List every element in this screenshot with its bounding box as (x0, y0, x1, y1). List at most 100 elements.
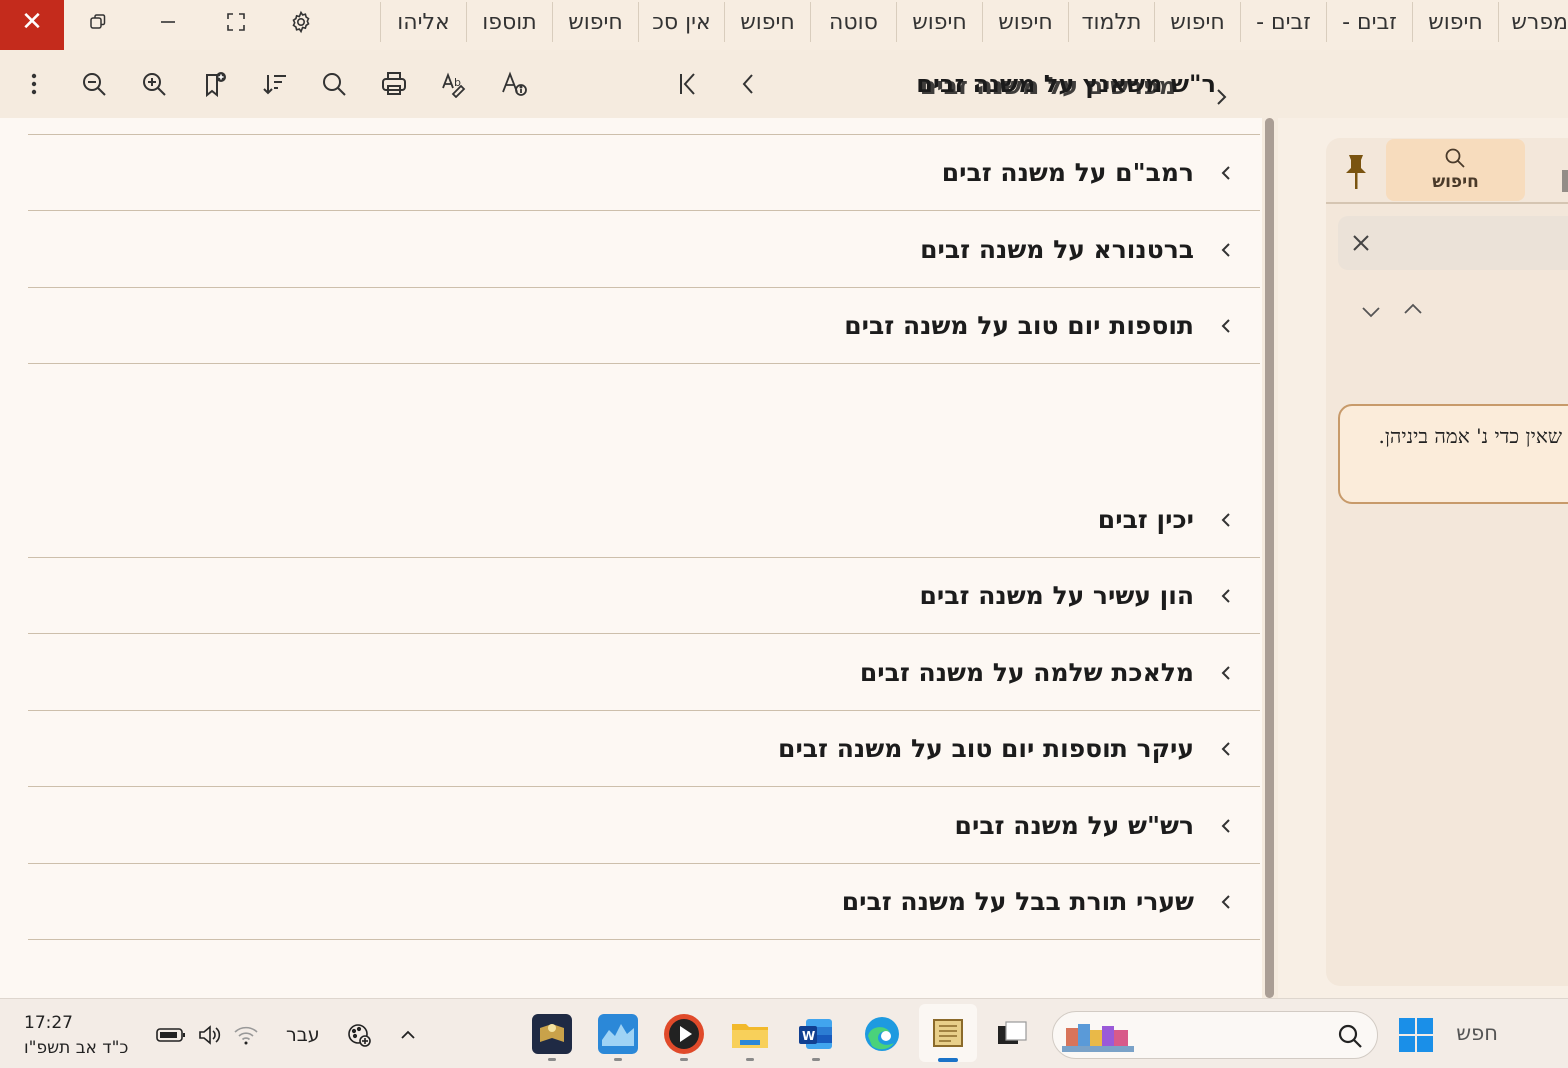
minimize-icon (161, 21, 175, 23)
print-icon (382, 72, 406, 95)
tab-1[interactable]: חיפוש (1412, 2, 1498, 42)
chevron-left-icon (1221, 166, 1230, 180)
tab-12[interactable]: תוספו (466, 2, 552, 42)
commentary-row[interactable]: הון עשיר על משנה זבים (28, 558, 1260, 634)
word-icon: W (799, 1019, 832, 1049)
commentary-row[interactable]: תוספות יום טוב על משנה זבים (28, 288, 1260, 364)
tab-4[interactable]: חיפוש (1154, 2, 1240, 42)
fullscreen-icon (227, 13, 245, 31)
search-icon (1338, 1024, 1362, 1048)
tab-9[interactable]: חיפוש (724, 2, 810, 42)
add-bookmark-button[interactable] (196, 66, 232, 102)
search-result-text: שאין כדי נ' אמה ביניהן. (1378, 424, 1562, 448)
input-language[interactable]: עבר (286, 1024, 320, 1046)
commentary-row[interactable]: מלאכת שלמה על משנה זבים (28, 635, 1260, 711)
app-running-indicator (746, 1058, 754, 1061)
commentary-label: עיקר תוספות יום טוב על משנה זבים (778, 734, 1194, 763)
sort-icon (263, 75, 286, 95)
more-options-button[interactable] (16, 66, 52, 102)
more-icon (31, 73, 37, 95)
volume-control[interactable] (195, 1020, 225, 1050)
fullscreen-button[interactable] (214, 0, 258, 44)
chevron-left-icon (1221, 513, 1230, 527)
commentary-label: הון עשיר על משנה זבים (919, 581, 1194, 610)
taskbar-app-reader[interactable] (532, 1014, 572, 1054)
print-button[interactable] (376, 66, 412, 102)
minimize-window-button[interactable] (146, 0, 190, 44)
zoom-out-icon (83, 73, 106, 96)
panel-divider (1326, 202, 1568, 204)
tab-strip: מפרש חיפוש זבים - זבים - חיפוש תלמוד חיפ… (380, 0, 1568, 44)
taskbar-task-view[interactable] (992, 1014, 1032, 1054)
first-page-button[interactable] (670, 66, 706, 102)
scroll-book-icon (933, 1019, 963, 1047)
scrollbar-thumb[interactable] (1265, 118, 1274, 998)
next-tab-edge[interactable] (1562, 170, 1568, 192)
copilot-button[interactable] (344, 1020, 374, 1050)
search-button[interactable] (316, 66, 352, 102)
tab-13[interactable]: אליהו (380, 2, 466, 42)
tab-6[interactable]: חיפוש (982, 2, 1068, 42)
close-window-button[interactable]: ✕ (0, 0, 64, 50)
battery-icon (156, 1028, 185, 1042)
pin-panel-button[interactable] (1340, 152, 1372, 192)
search-icon (323, 73, 346, 96)
app-running-indicator (812, 1058, 820, 1061)
tab-8[interactable]: סוטה (810, 2, 896, 42)
chevron-left-icon (1221, 589, 1230, 603)
chevron-up-icon[interactable] (1400, 296, 1426, 322)
commentary-row[interactable]: ברטנורא על משנה זבים (28, 212, 1260, 288)
tab-2[interactable]: זבים - (1326, 2, 1412, 42)
chevron-left-icon (1221, 742, 1230, 756)
start-button[interactable] (1398, 1017, 1434, 1053)
zoom-in-button[interactable] (136, 66, 172, 102)
battery-indicator[interactable] (156, 1020, 186, 1050)
document-title: ר"ש משאנץ על משנה זבים מפרשים על משנה זב… (756, 70, 1216, 100)
chevron-down-icon[interactable] (1358, 298, 1384, 324)
taskbar-app-media-player[interactable] (664, 1014, 704, 1054)
spellcheck-button[interactable]: b (436, 66, 472, 102)
taskbar-app-edge[interactable] (862, 1014, 902, 1054)
search-result-card[interactable]: שאין כדי נ' אמה ביניהן. (1338, 404, 1568, 504)
tab-10[interactable]: אין סכ (638, 2, 724, 42)
tab-11[interactable]: חיפוש (552, 2, 638, 42)
taskbar-app-word[interactable]: W (796, 1014, 836, 1054)
commentary-row[interactable]: עיקר תוספות יום טוב על משנה זבים (28, 711, 1260, 787)
document-overlay-title: מפרשים על משנה זבים (919, 72, 1176, 100)
tab-7[interactable]: חיפוש (896, 2, 982, 42)
tab-search-label: חיפוש (1432, 172, 1479, 192)
commentary-row[interactable]: שערי תורת בבל על משנה זבים (28, 864, 1260, 940)
font-settings-button[interactable] (496, 66, 532, 102)
tab-3[interactable]: זבים - (1240, 2, 1326, 42)
zoom-out-button[interactable] (76, 66, 112, 102)
settings-button[interactable] (279, 0, 323, 44)
commentary-row[interactable]: יכין זבים (28, 482, 1260, 558)
chevron-left-icon (1221, 319, 1230, 333)
taskbar-app-file-explorer[interactable] (730, 1014, 770, 1054)
tab-5[interactable]: תלמוד (1068, 2, 1154, 42)
restore-window-button[interactable] (76, 0, 120, 44)
first-page-icon (680, 73, 695, 95)
commentary-row[interactable]: רמב"ם על משנה זבים (28, 135, 1260, 211)
tab-search[interactable]: חיפוש (1386, 139, 1525, 201)
commentary-row[interactable]: רש"ש על משנה זבים (28, 788, 1260, 864)
tab-0[interactable]: מפרש (1498, 2, 1568, 42)
palette-icon (348, 1024, 371, 1047)
commentary-label: ברטנורא על משנה זבים (920, 235, 1194, 264)
sort-button[interactable] (256, 66, 292, 102)
clock-time[interactable]: 17:27 (24, 1013, 73, 1033)
close-icon[interactable] (1348, 230, 1374, 256)
play-icon (669, 1019, 699, 1049)
taskbar-app-monitor[interactable] (598, 1014, 638, 1054)
show-hidden-icons-button[interactable] (393, 1020, 423, 1050)
windows-logo-icon (1399, 1018, 1433, 1052)
commentary-label: תוספות יום טוב על משנה זבים (844, 311, 1194, 340)
clock-date[interactable]: כ"ד אב תשפ"ו (24, 1038, 128, 1058)
app-running-indicator (548, 1058, 556, 1061)
commentary-label: מלאכת שלמה על משנה זבים (859, 658, 1194, 687)
add-bookmark-icon (206, 72, 226, 98)
taskbar-app-active[interactable] (919, 1004, 977, 1062)
wifi-status[interactable] (231, 1020, 261, 1050)
waveform-icon (602, 1024, 634, 1046)
commentary-label: שערי תורת בבל על משנה זבים (841, 887, 1194, 916)
